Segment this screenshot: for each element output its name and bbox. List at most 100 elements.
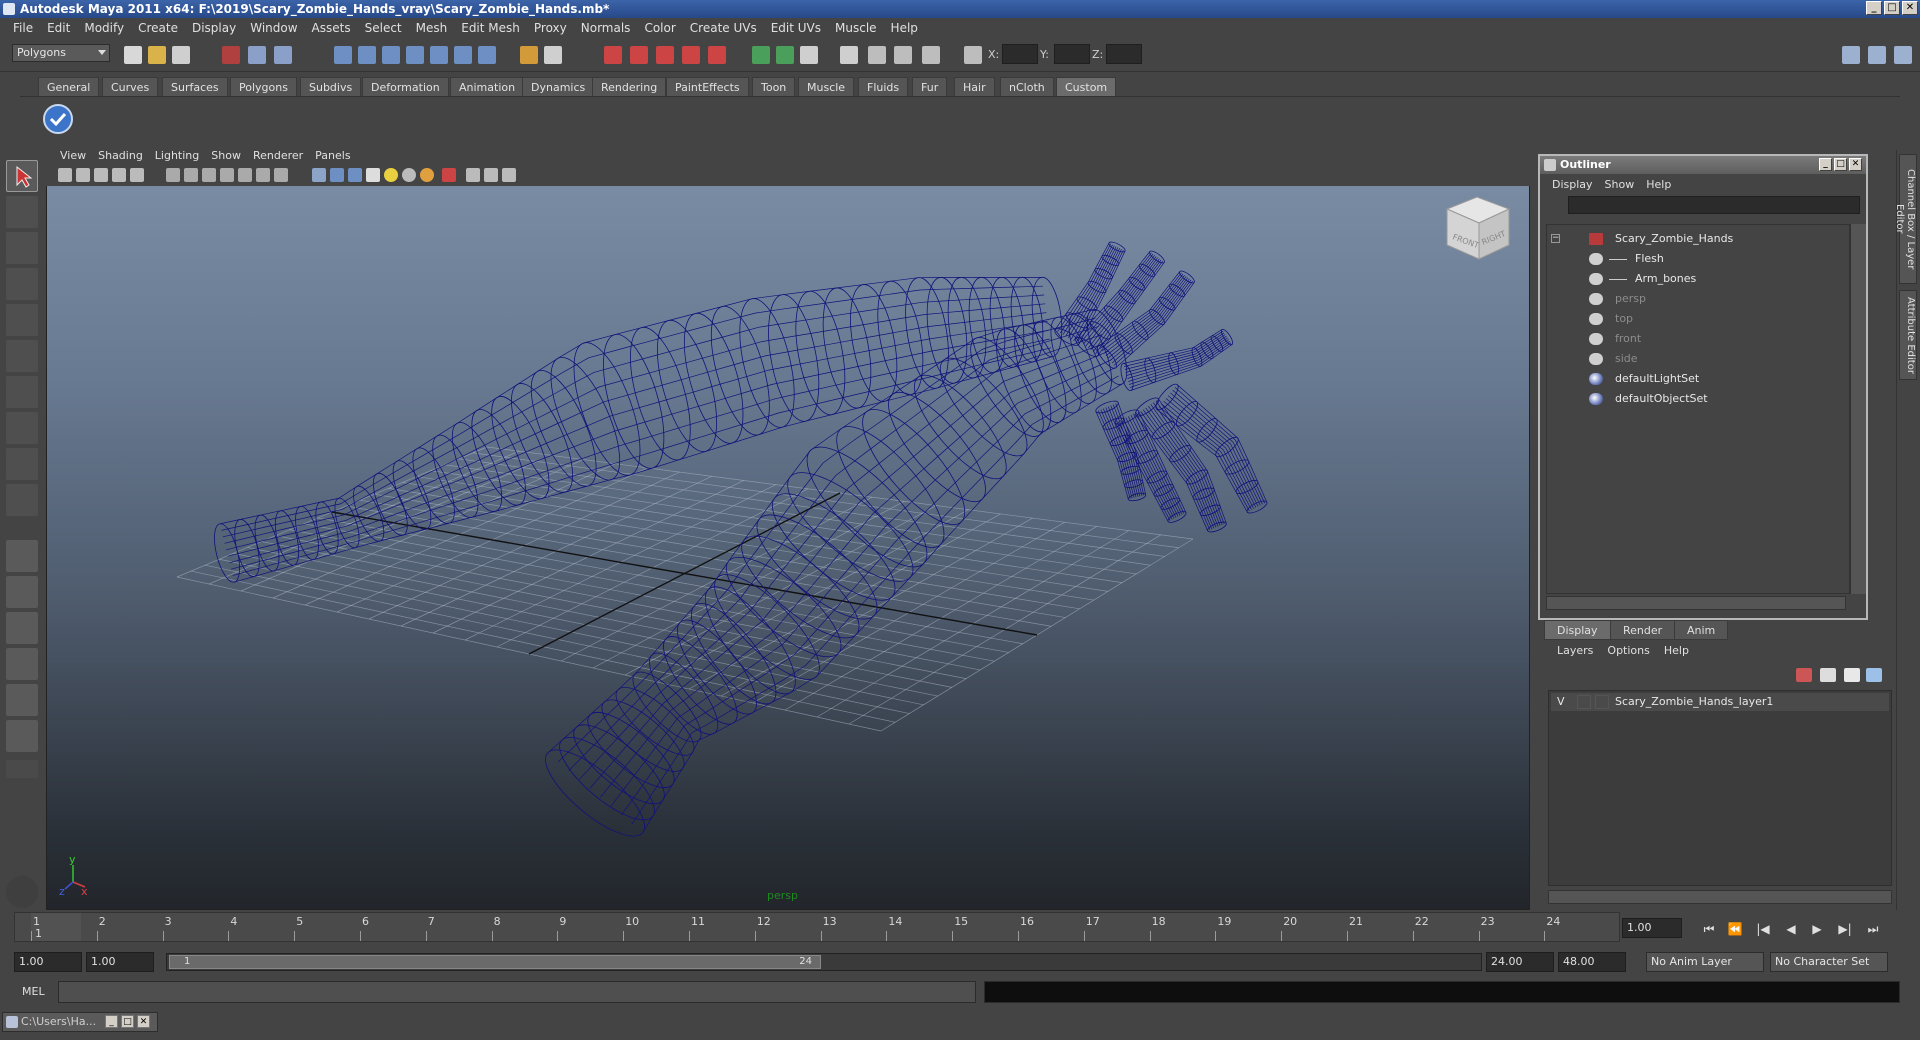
layer-playback-toggle[interactable] [1577,695,1591,709]
outliner-item[interactable]: defaultLightSet [1547,369,1847,389]
safe-action-icon[interactable] [256,168,270,182]
shelf-tab-animation[interactable]: Animation [450,77,525,96]
channel-box-icon[interactable] [894,46,912,64]
go-to-start-button[interactable]: ⏮ [1700,922,1718,936]
save-scene-icon[interactable] [172,46,190,64]
shelf-tab-deformation[interactable]: Deformation [362,77,449,96]
character-set-selector[interactable]: No Character Set [1770,952,1888,972]
shelf-tab-hair[interactable]: Hair [954,77,995,96]
two-d-pan-zoom-icon[interactable] [130,168,144,182]
grid-icon[interactable] [166,168,180,182]
resolution-gate-icon[interactable] [202,168,216,182]
animation-start-field[interactable]: 1.00 [14,952,82,972]
snap-grid-icon[interactable] [334,46,352,64]
select-component-icon[interactable] [274,46,292,64]
show-manipulator-icon[interactable] [6,448,38,480]
snap-view-plane-icon[interactable] [406,46,424,64]
select-hierarchy-icon[interactable] [222,46,240,64]
step-forward-frame-button[interactable]: ▶| [1836,922,1854,936]
close-button[interactable]: ✕ [1902,1,1918,15]
persp-graph-layout-icon[interactable] [6,648,38,680]
textured-icon[interactable] [366,168,380,182]
outliner-item[interactable]: top [1547,309,1847,329]
move-tool-icon[interactable] [6,268,38,300]
hypershade-icon[interactable] [682,46,700,64]
render-view-icon[interactable] [708,46,726,64]
viewport-menu-panels[interactable]: Panels [309,149,356,162]
lasso-tool-icon[interactable] [6,196,38,228]
select-camera-icon[interactable] [58,168,72,182]
menu-muscle[interactable]: Muscle [828,21,884,35]
anim-layer-selector[interactable]: No Anim Layer [1646,952,1764,972]
range-slider[interactable]: 1 24 [166,953,1482,971]
select-tool-icon[interactable] [6,160,38,192]
paint-select-tool-icon[interactable] [6,232,38,264]
shelf-tab-muscle[interactable]: Muscle [798,77,855,96]
menu-modify[interactable]: Modify [77,21,131,35]
wireframe-on-shaded-icon[interactable] [348,168,362,182]
outliner-item[interactable]: Arm_bones [1547,269,1847,289]
x-field[interactable] [1002,44,1038,64]
menu-edit[interactable]: Edit [40,21,77,35]
viewport-menu-renderer[interactable]: Renderer [247,149,309,162]
backface-culling-icon[interactable] [502,168,516,182]
restore-icon[interactable]: _ [105,1015,118,1028]
outliner-menu-display[interactable]: Display [1546,178,1599,191]
open-scene-icon[interactable] [148,46,166,64]
shelf-tab-fur[interactable]: Fur [912,77,948,96]
animation-end-field[interactable]: 48.00 [1558,952,1626,972]
collapse-toggle-icon[interactable]: − [1551,234,1560,243]
outliner-menu-show[interactable]: Show [1599,178,1641,191]
graph-outliner-layout-icon[interactable] [6,720,38,752]
soft-modification-icon[interactable] [6,412,38,444]
outliner-item[interactable]: persp [1547,289,1847,309]
outliner-item[interactable]: Flesh [1547,249,1847,269]
layer-menu-help[interactable]: Help [1657,644,1696,657]
custom-shelf-check-icon[interactable] [42,103,74,135]
menu-help[interactable]: Help [884,21,925,35]
toggle-channel-box-icon[interactable] [1894,46,1912,64]
outliner-menu-help[interactable]: Help [1640,178,1677,191]
menu-file[interactable]: File [6,21,40,35]
viewport-menu-lighting[interactable]: Lighting [149,149,205,162]
xray-icon[interactable] [466,168,480,182]
layer-visibility-toggle[interactable]: V [1557,693,1565,711]
z-field[interactable] [1106,44,1142,64]
maximize-icon[interactable]: □ [121,1015,134,1028]
layer-color-swatch[interactable] [1595,695,1609,709]
menu-proxy[interactable]: Proxy [527,21,574,35]
outliner-vertical-scrollbar[interactable] [1850,224,1866,594]
new-scene-icon[interactable] [124,46,142,64]
minimize-button[interactable]: _ [1866,1,1882,15]
four-view-layout-icon[interactable] [6,576,38,608]
construction-history-icon[interactable] [478,46,496,64]
shelf-tab-rendering[interactable]: Rendering [592,77,667,96]
attribute-editor-tab[interactable]: Attribute Editor [1899,290,1917,380]
menu-edit-mesh[interactable]: Edit Mesh [454,21,527,35]
command-input[interactable] [58,981,976,1003]
shelf-tab-fluids[interactable]: Fluids [858,77,909,96]
new-layer-from-selection-icon[interactable] [1866,668,1882,682]
play-forwards-button[interactable]: ▶ [1808,922,1826,936]
universal-manipulator-icon[interactable] [6,376,38,408]
shelf-tab-toon[interactable]: Toon [752,77,796,96]
last-tool-icon[interactable] [6,484,38,516]
menu-set-selector[interactable]: Polygons [12,44,110,62]
quick-rename-icon[interactable] [800,46,818,64]
single-perspective-layout-icon[interactable] [6,540,38,572]
layer-tab-display[interactable]: Display [1544,620,1611,640]
shadows-icon[interactable] [420,168,434,182]
safe-title-icon[interactable] [274,168,288,182]
layer-menu-options[interactable]: Options [1600,644,1656,657]
outliner-item[interactable]: side [1547,349,1847,369]
smooth-shade-icon[interactable] [330,168,344,182]
menu-create-uvs[interactable]: Create UVs [683,21,764,35]
gate-mask-icon[interactable] [220,168,234,182]
field-chart-icon[interactable] [238,168,252,182]
close-icon[interactable]: ✕ [137,1015,150,1028]
menu-display[interactable]: Display [185,21,243,35]
persp-outliner-layout-icon[interactable] [6,612,38,644]
menu-window[interactable]: Window [243,21,304,35]
command-language-label[interactable]: MEL [22,985,45,998]
outliner-close-button[interactable]: ✕ [1849,158,1862,171]
